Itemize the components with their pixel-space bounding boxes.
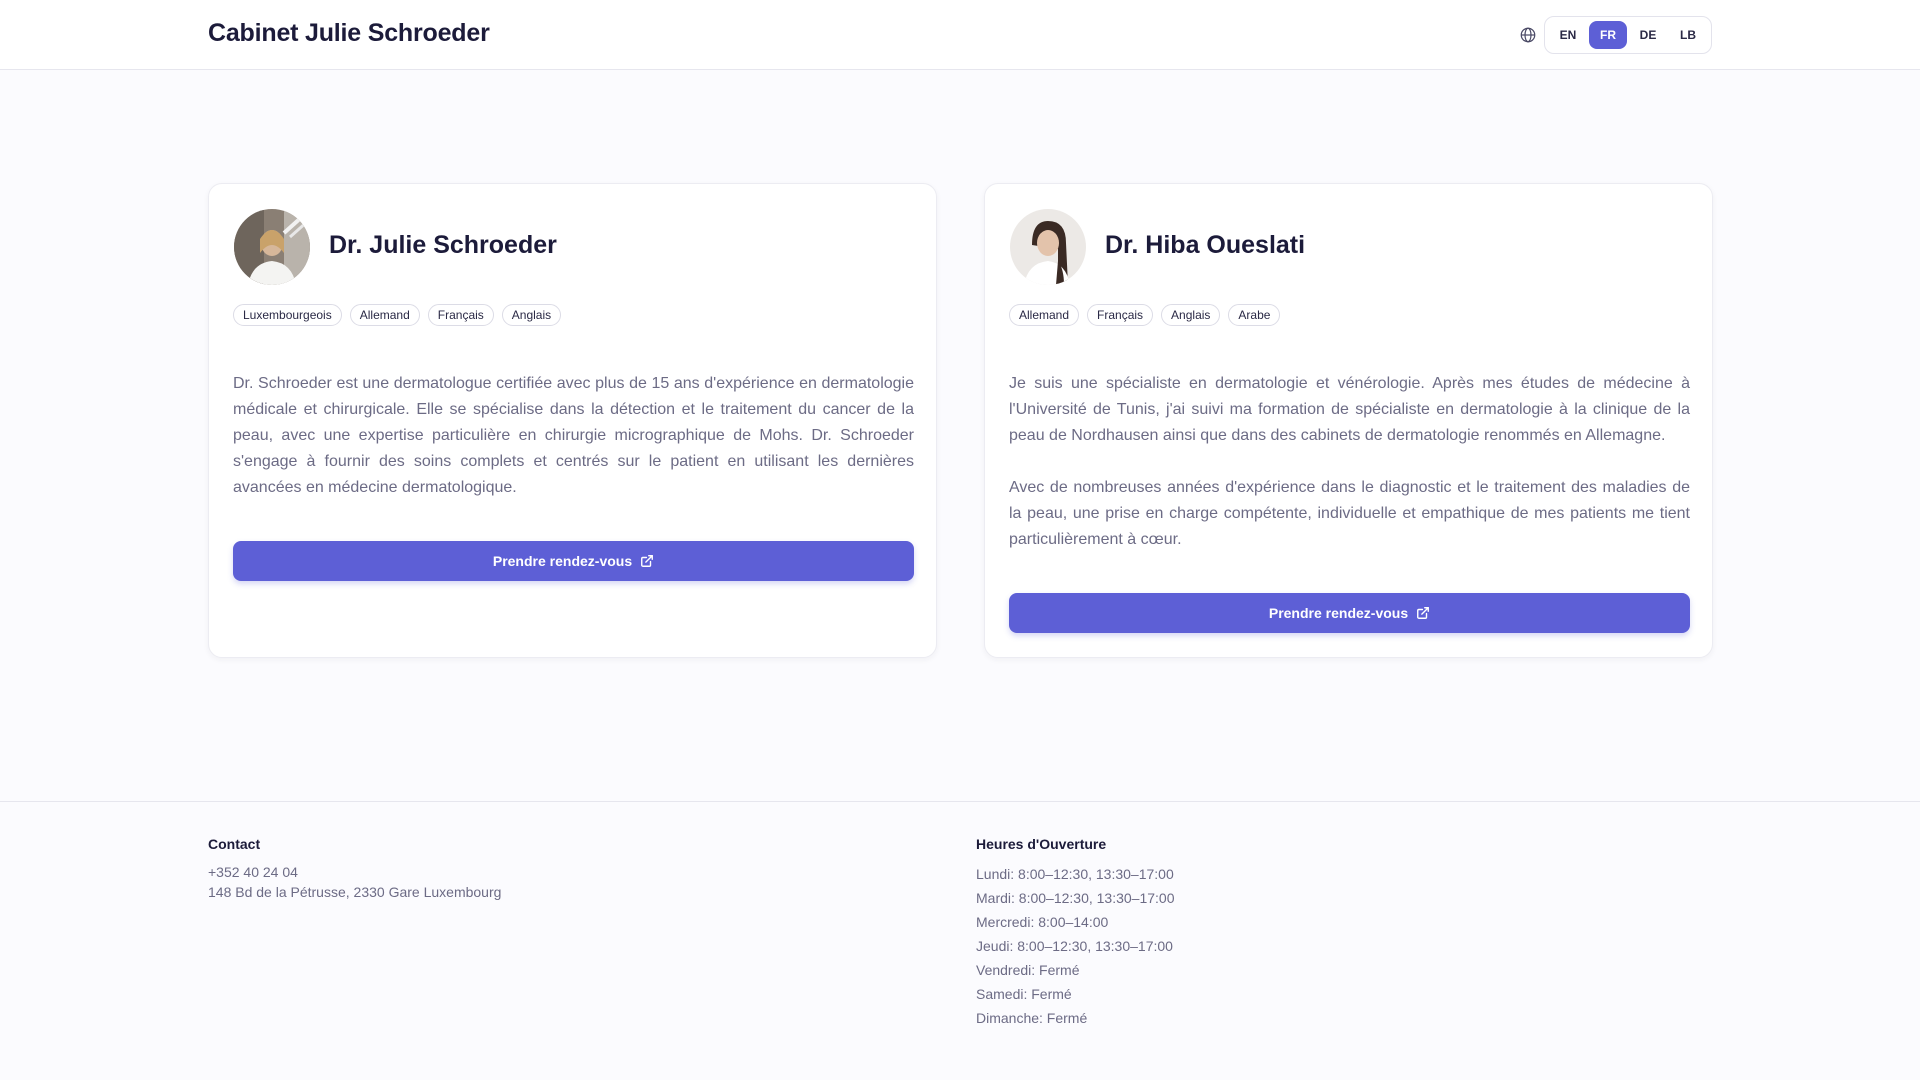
hours-line: Mercredi: 8:00–14:00 (976, 914, 1109, 930)
lang-button-en[interactable]: EN (1549, 21, 1587, 49)
doctor-card: Dr. Julie Schroeder Luxembourgeois Allem… (208, 183, 937, 658)
language-tags: Luxembourgeois Allemand Français Anglais (233, 304, 562, 326)
doctor-bio: Je suis une spécialiste en dermatologie … (1009, 371, 1690, 553)
site-footer: Contact +352 40 24 04 148 Bd de la Pétru… (0, 801, 1920, 1080)
external-link-icon (1417, 607, 1430, 619)
external-link-icon (641, 555, 654, 567)
button-label: Prendre rendez-vous (492, 553, 633, 569)
doctor-bio: Dr. Schroeder est une dermatologue certi… (233, 371, 914, 501)
hours-line: Dimanche: Fermé (976, 1010, 1088, 1026)
book-appointment-button[interactable]: Prendre rendez-vous (233, 541, 914, 581)
language-tag: Anglais (501, 304, 562, 326)
hours-line: Mardi: 8:00–12:30, 13:30–17:00 (976, 890, 1175, 906)
site-title[interactable]: Cabinet Julie Schroeder (208, 19, 490, 48)
language-tag: Français (427, 304, 494, 326)
language-tag: Luxembourgeois (233, 304, 342, 326)
language-tags: Allemand Français Anglais Arabe (1009, 304, 1281, 326)
language-tag: Français (1087, 304, 1154, 326)
avatar (234, 209, 310, 285)
language-switcher: EN FR DE LB (1544, 16, 1712, 54)
button-label: Prendre rendez-vous (1268, 605, 1409, 621)
doctor-name: Dr. Julie Schroeder (329, 231, 557, 259)
hours-line: Samedi: Fermé (976, 986, 1072, 1002)
lang-button-fr[interactable]: FR (1589, 21, 1627, 49)
language-tag: Arabe (1228, 304, 1281, 326)
hours-line: Lundi: 8:00–12:30, 13:30–17:00 (976, 866, 1174, 882)
doctor-card: Dr. Hiba Oueslati Allemand Français Angl… (984, 183, 1713, 658)
avatar (1010, 209, 1086, 285)
contact-section: Contact +352 40 24 04 148 Bd de la Pétru… (208, 836, 501, 902)
hours-heading: Heures d'Ouverture (976, 836, 1107, 852)
site-header: Cabinet Julie Schroeder EN FR DE LB (0, 0, 1920, 70)
language-tag: Allemand (349, 304, 420, 326)
bio-paragraph: Avec de nombreuses années d'expérience d… (1009, 479, 1690, 548)
book-appointment-button[interactable]: Prendre rendez-vous (1009, 593, 1690, 633)
lang-button-de[interactable]: DE (1629, 21, 1667, 49)
doctor-name: Dr. Hiba Oueslati (1105, 231, 1306, 259)
bio-paragraph: Je suis une spécialiste en dermatologie … (1009, 375, 1690, 444)
address: 148 Bd de la Pétrusse, 2330 Gare Luxembo… (208, 884, 502, 900)
language-tag: Anglais (1161, 304, 1221, 326)
bio-paragraph: Dr. Schroeder est une dermatologue certi… (233, 375, 914, 496)
phone-number[interactable]: +352 40 24 04 (208, 862, 501, 882)
language-tag: Allemand (1009, 304, 1080, 326)
globe-icon (1520, 27, 1536, 43)
lang-button-lb[interactable]: LB (1669, 21, 1707, 49)
opening-hours-section: Heures d'Ouverture Lundi: 8:00–12:30, 13… (976, 836, 1175, 1030)
contact-heading: Contact (208, 836, 261, 852)
hours-line: Jeudi: 8:00–12:30, 13:30–17:00 (976, 938, 1173, 954)
hours-line: Vendredi: Fermé (976, 962, 1080, 978)
